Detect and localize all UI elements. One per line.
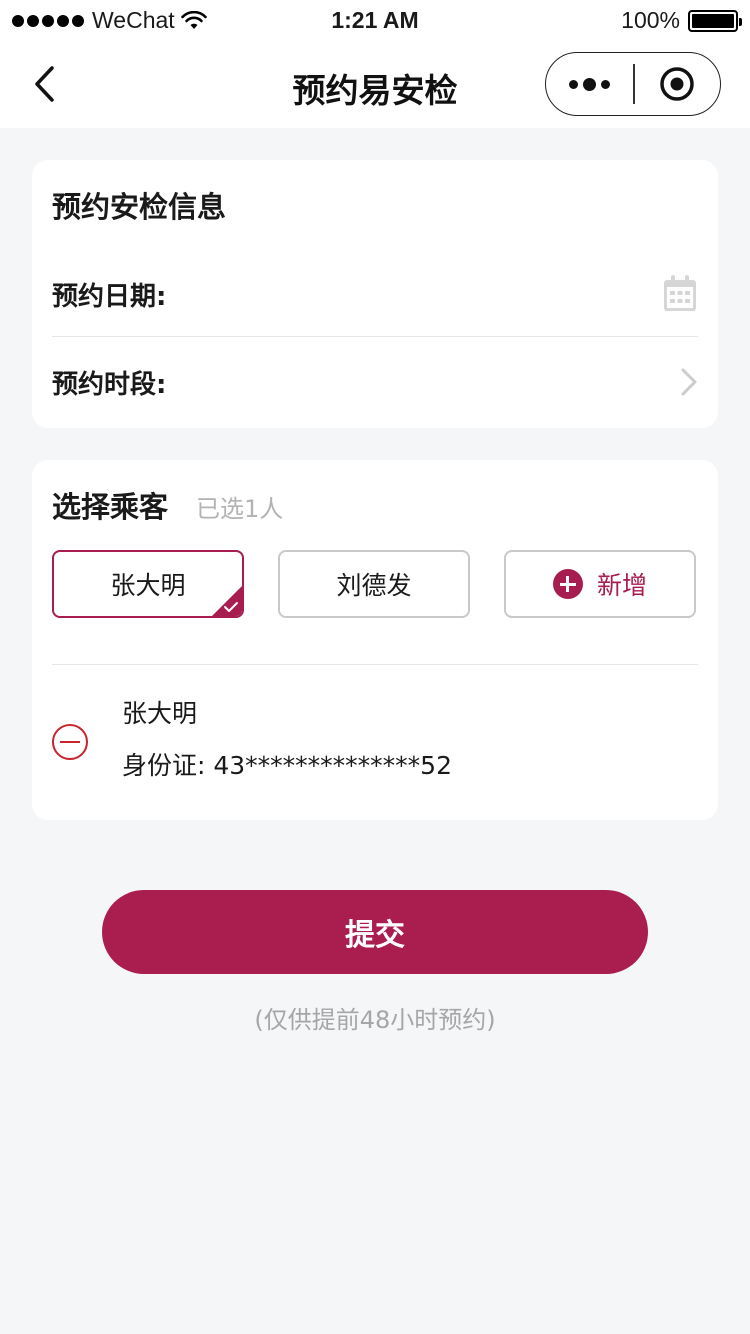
passenger-card-title: 选择乘客 [52,490,169,524]
battery-icon [688,9,742,32]
time-slot-row[interactable]: 预约时段: [52,338,698,426]
page: WeChat 1:21 AM 100% 预约易安检 预约安检信息 预约日期: 预… [0,0,750,1334]
more-button[interactable] [546,53,633,115]
selected-passenger-item: 张大明 身份证: 43**************52 [52,666,698,796]
row-divider [52,336,698,337]
selected-count: 已选1人 [196,495,284,523]
status-right: 100% [621,7,742,34]
submit-button[interactable]: 提交 [102,890,648,974]
appointment-info-card: 预约安检信息 预约日期: 预约时段: [32,160,718,428]
status-bar: WeChat 1:21 AM 100% [0,0,750,40]
remove-passenger-button[interactable] [52,724,88,760]
date-row[interactable]: 预约日期: [52,250,698,338]
plus-circle-icon [552,569,583,599]
calendar-icon [664,275,696,311]
info-card-title: 预约安检信息 [52,190,227,224]
more-dot-icon [569,79,579,89]
check-icon [224,602,238,612]
mini-program-capsule [545,52,721,116]
passenger-divider [52,664,698,665]
more-dot-icon [601,79,611,89]
date-label: 预约日期: [52,281,167,312]
battery-percent: 100% [621,7,680,33]
booking-note: (仅供提前48小时预约) [254,1006,496,1034]
nav-bar: 预约易安检 [0,40,750,128]
passenger-header: 选择乘客 已选1人 [52,484,283,526]
passenger-name: 张大明 [122,699,198,728]
passenger-card: 选择乘客 已选1人 张大明 刘德发 新增 张大明 身份证: 43********… [32,460,718,820]
passenger-id: 身份证: 43**************52 [122,751,452,780]
passenger-chip-label: 张大明 [110,571,186,600]
passenger-chip[interactable]: 刘德发 [278,550,470,618]
chevron-right-icon [681,368,697,396]
target-icon [660,67,695,101]
more-dot-icon [583,77,597,91]
close-mini-program-button[interactable] [635,53,720,115]
passenger-chip-label: 刘德发 [336,571,412,600]
add-passenger-button[interactable]: 新增 [504,550,696,618]
add-passenger-label: 新增 [596,571,647,600]
passenger-chip-selected[interactable]: 张大明 [52,550,244,618]
time-slot-label: 预约时段: [52,369,167,400]
